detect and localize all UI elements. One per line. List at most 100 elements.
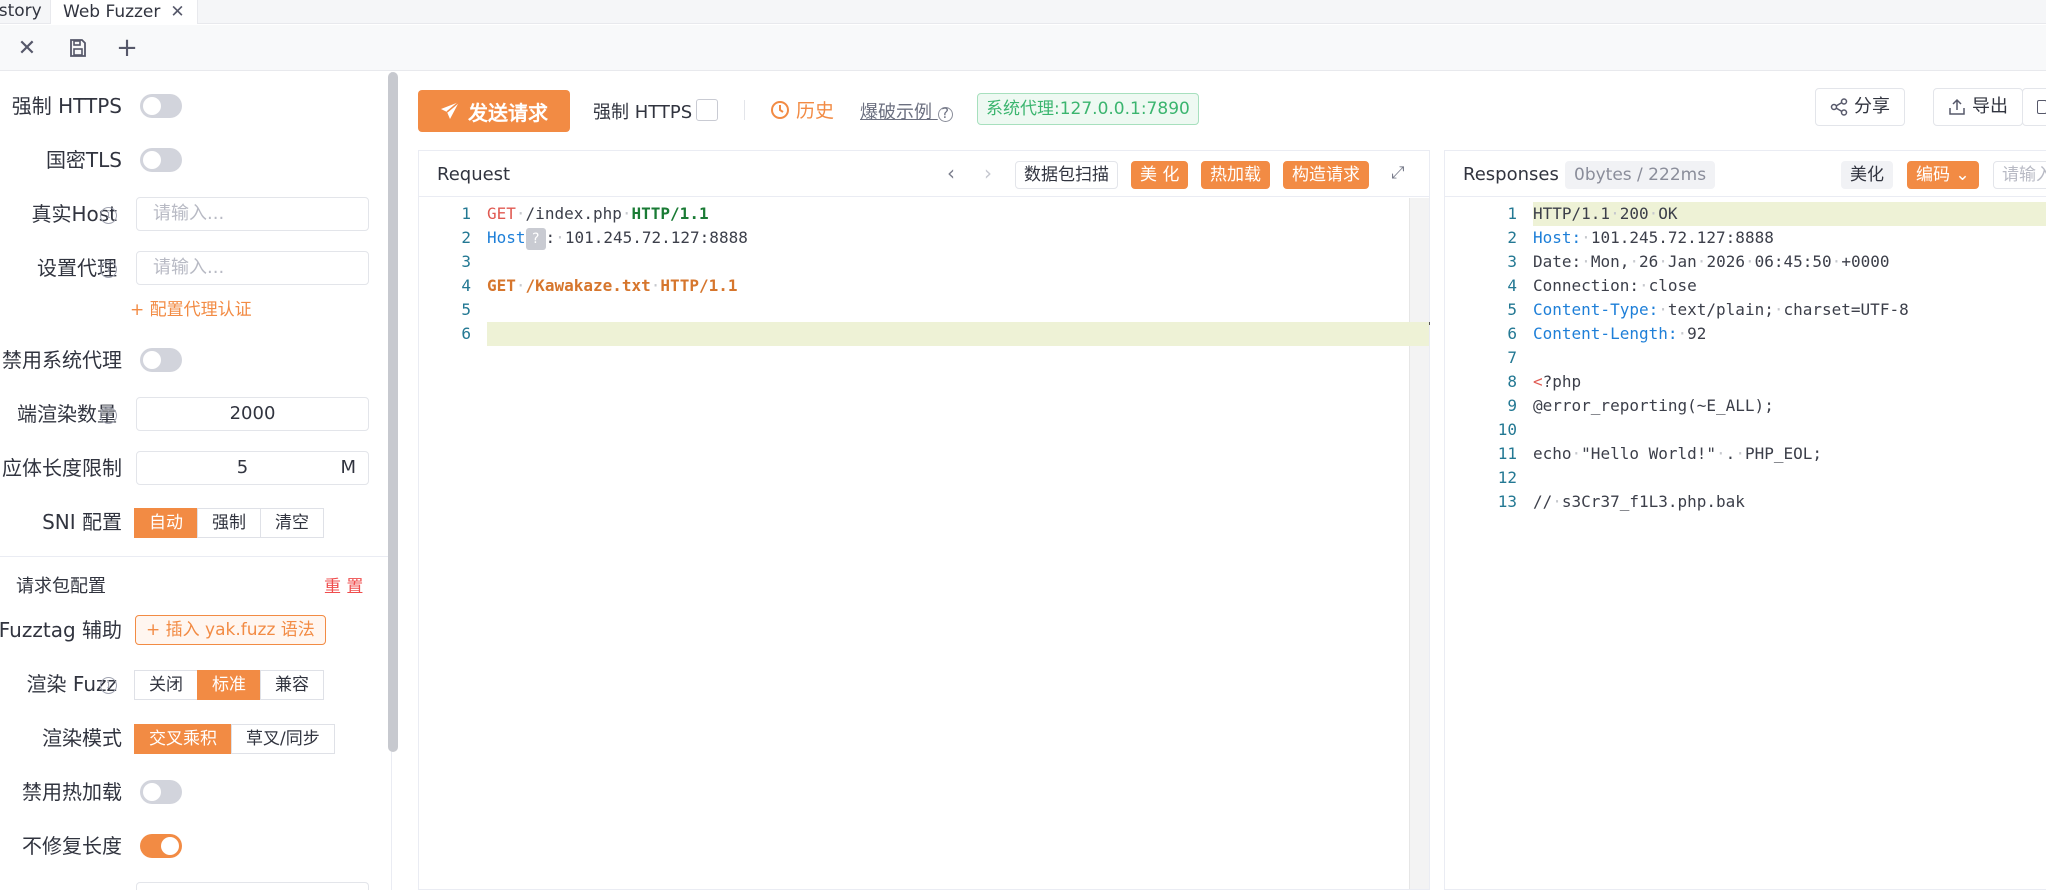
share-button[interactable]: 分享: [1815, 88, 1905, 126]
history-button[interactable]: 历史: [770, 96, 834, 123]
tab-bar: istory Web Fuzzer ✕: [0, 0, 2046, 24]
beautify-button[interactable]: 美 化: [1131, 161, 1189, 189]
token: Date:: [1533, 252, 1582, 271]
render-mode-row: 渲染模式 交叉乘积 草叉/同步: [0, 720, 380, 756]
token: PHP_EOL;: [1744, 444, 1823, 463]
code-text: Content-Length:·92: [1533, 322, 1706, 346]
response-editor[interactable]: 1 HTTP/1.1·200·OK 2 Host:·101.245.72.127:88…: [1445, 198, 2046, 889]
line-number: 10: [1497, 420, 1517, 439]
more-button[interactable]: [2022, 88, 2046, 126]
tab-label: istory: [0, 1, 42, 21]
packet-scan-button[interactable]: 数据包扫描: [1015, 161, 1118, 189]
chevron-right-icon[interactable]: ›: [984, 161, 992, 185]
fuzztag-row: Fuzztag 辅助 + 插入 yak.fuzz 语法: [0, 612, 380, 648]
send-request-button[interactable]: 发送请求: [418, 90, 570, 132]
sni-option-force[interactable]: 强制: [197, 508, 261, 538]
token: ·: [1648, 204, 1659, 223]
no-fix-length-toggle[interactable]: [140, 834, 182, 858]
token: :: [545, 228, 556, 247]
tab-history[interactable]: istory: [0, 0, 42, 24]
code-text: <?php: [1533, 370, 1581, 394]
sidebar-scrollbar[interactable]: [388, 72, 398, 752]
build-request-button[interactable]: 构造请求: [1283, 161, 1369, 189]
render-count-input[interactable]: 2000: [136, 397, 369, 431]
code-line: 6: [461, 322, 1429, 346]
disable-system-proxy-toggle[interactable]: [140, 348, 182, 372]
real-host-row: 真实Host i 请输入...: [0, 196, 380, 232]
token: ·: [1831, 252, 1842, 271]
response-search-input[interactable]: 请输入: [1993, 161, 2046, 189]
export-button[interactable]: 导出: [1933, 88, 2023, 126]
sni-segmented: 自动 强制 清空: [134, 508, 324, 538]
render-mode-option-cross[interactable]: 交叉乘积: [134, 724, 232, 754]
code-text: Connection:·close: [1533, 274, 1697, 298]
proxy-input[interactable]: 请输入...: [136, 251, 369, 285]
token: 101.245.72.127:8888: [1590, 228, 1774, 247]
encode-dropdown[interactable]: 编码 ⌄: [1907, 161, 1979, 189]
sni-option-auto[interactable]: 自动: [134, 508, 198, 538]
line-number: 4: [461, 276, 471, 295]
force-https-checkbox[interactable]: [696, 99, 718, 121]
sni-option-clear[interactable]: 清空: [260, 508, 324, 538]
token: charset=UTF-8: [1783, 300, 1909, 319]
render-fuzz-option-off[interactable]: 关闭: [134, 670, 198, 700]
response-panel: Responses 0bytes / 222ms 美化 编码 ⌄ 请输入 1 HT…: [1444, 150, 2046, 890]
system-proxy-tag[interactable]: 系统代理:127.0.0.1:7890: [977, 93, 1199, 125]
response-beautify-button[interactable]: 美化: [1841, 161, 1893, 189]
token: text/plain;: [1667, 300, 1774, 319]
body-limit-label: 应体长度限制: [2, 456, 122, 480]
disable-hotload-label: 禁用热加载: [22, 780, 122, 804]
token: ?php: [1542, 372, 1582, 391]
fuzztag-label: Fuzztag 辅助: [0, 618, 122, 642]
fullscreen-icon[interactable]: ⤢: [1391, 163, 1405, 183]
body-limit-input[interactable]: 5 M: [136, 451, 369, 485]
add-icon[interactable]: +: [112, 33, 142, 63]
disable-hotload-toggle[interactable]: [140, 780, 182, 804]
body-limit-unit: M: [340, 457, 356, 478]
token: ·: [650, 276, 661, 295]
next-input[interactable]: [136, 882, 369, 890]
insert-fuzz-button[interactable]: + 插入 yak.fuzz 语法: [135, 615, 326, 645]
code-line: 3: [419, 250, 1429, 274]
token: ·: [1581, 228, 1591, 247]
token: ·: [1658, 300, 1668, 319]
code-line: 5: [419, 298, 1429, 322]
gm-tls-toggle[interactable]: [140, 148, 182, 172]
proxy-auth-link[interactable]: + 配置代理认证: [130, 292, 252, 328]
share-icon: [1830, 98, 1848, 116]
code-line: 2 Host:·101.245.72.127:8888: [1445, 226, 2046, 250]
request-editor[interactable]: 1 GET·/index.php·HTTP/1.1 2 Host?:·101.245.…: [419, 198, 1430, 889]
code-line: 4 Connection:·close: [1445, 274, 2046, 298]
token: HTTP/1.1: [631, 204, 709, 223]
chevron-left-icon[interactable]: ‹: [947, 161, 955, 185]
render-fuzz-option-compat[interactable]: 兼容: [260, 670, 324, 700]
example-link[interactable]: 爆破示例 ?: [860, 98, 953, 124]
reset-button[interactable]: 重 置: [324, 572, 363, 597]
render-fuzz-segmented: 关闭 标准 兼容: [134, 670, 324, 700]
token: ·: [1581, 252, 1591, 271]
line-number: 3: [1507, 252, 1517, 271]
code-line: 9 @error_reporting(~E_ALL);: [1445, 394, 2046, 418]
token: close: [1648, 276, 1697, 295]
hotload-button[interactable]: 热加载: [1201, 161, 1270, 189]
line-number: 1: [461, 204, 471, 223]
tab-web-fuzzer[interactable]: Web Fuzzer ✕: [50, 0, 198, 24]
close-icon[interactable]: ✕: [170, 1, 184, 23]
line-number: 1: [1507, 204, 1517, 223]
force-https-toggle[interactable]: [140, 94, 182, 118]
token: ·: [555, 228, 565, 247]
save-icon[interactable]: [63, 33, 93, 63]
export-icon: [1949, 98, 1965, 115]
gm-tls-label: 国密TLS: [45, 148, 122, 172]
code-line: 6 Content-Length:·92: [1445, 322, 2046, 346]
real-host-input[interactable]: 请输入...: [136, 197, 369, 231]
token: ·: [1610, 204, 1620, 223]
code-line: 1 GET·/index.php·HTTP/1.1: [419, 202, 1429, 226]
code-line: 11 echo·"Hello World!"·.·PHP_EOL;: [1445, 442, 2046, 466]
render-mode-segmented: 交叉乘积 草叉/同步: [134, 724, 335, 754]
render-mode-option-sync[interactable]: 草叉/同步: [231, 724, 335, 754]
render-fuzz-option-standard[interactable]: 标准: [197, 670, 261, 700]
token: ·: [1552, 492, 1562, 511]
code-line: 5 Content-Type:·text/plain;·charset=UTF-8: [1445, 298, 2046, 322]
close-icon[interactable]: ✕: [12, 33, 42, 63]
